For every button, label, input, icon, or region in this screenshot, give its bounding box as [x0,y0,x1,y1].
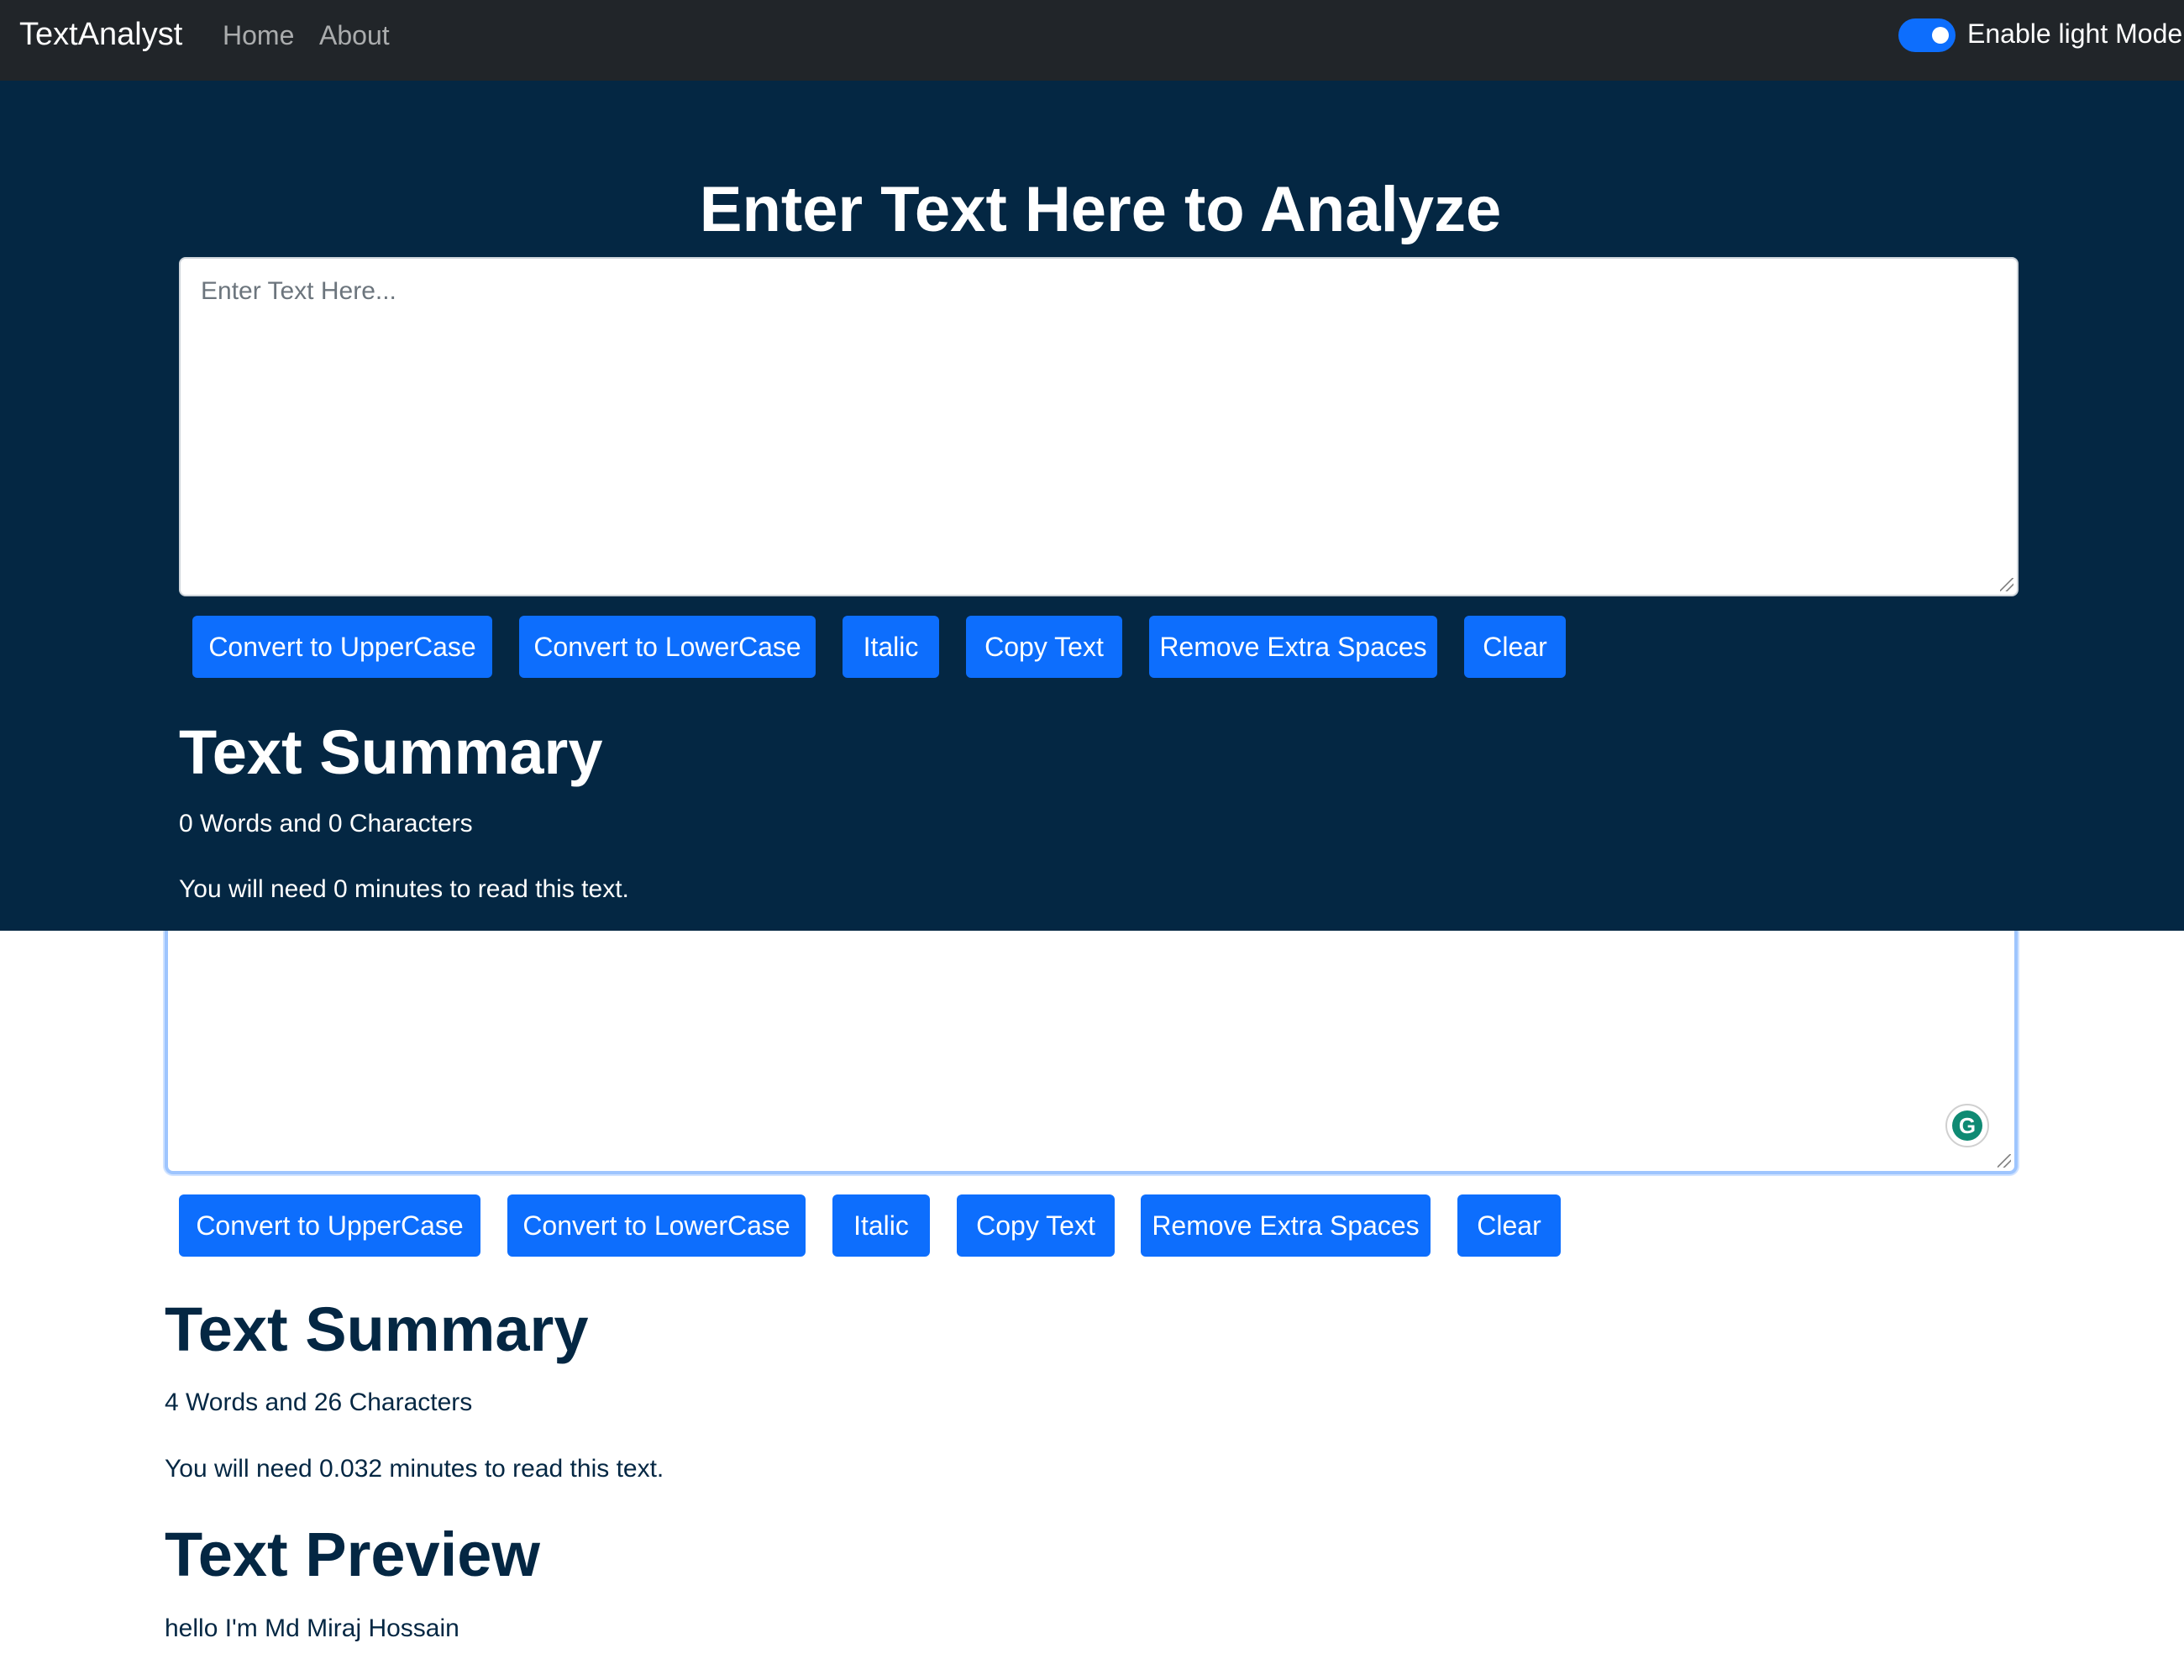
navbar: TextAnalyst Home About Enable light Mode [0,0,2184,81]
text-preview-content: hello I'm Md Miraj Hossain [165,1614,459,1642]
italic-button[interactable]: Italic [843,616,939,678]
light-mode-toggle[interactable] [1898,18,1956,52]
word-char-count-light: 4 Words and 26 Characters [165,1389,473,1416]
nav-link-home[interactable]: Home [223,20,294,51]
read-time: You will need 0 minutes to read this tex… [179,875,629,903]
grammarly-icon[interactable]: G [1945,1104,1989,1147]
textarea-placeholder: Enter Text Here... [201,277,396,305]
text-input-dark[interactable]: Enter Text Here... [179,257,2019,596]
light-mode-toggle-label[interactable]: Enable light Mode [1967,18,2182,50]
page-title: Enter Text Here to Analyze [699,174,1502,245]
grammarly-g-icon: G [1952,1110,1982,1141]
uppercase-button[interactable]: Convert to UpperCase [192,616,492,678]
resize-grip-icon[interactable] [1998,1154,2011,1168]
text-input-light[interactable]: G [165,916,2018,1174]
italic-button-light[interactable]: Italic [832,1194,930,1257]
text-preview-heading: Text Preview [165,1520,540,1589]
clear-button-light[interactable]: Clear [1457,1194,1561,1257]
word-char-count: 0 Words and 0 Characters [179,810,473,837]
toggle-knob [1932,27,1949,44]
brand-logo[interactable]: TextAnalyst [19,17,182,53]
copy-text-button[interactable]: Copy Text [966,616,1122,678]
clear-button[interactable]: Clear [1464,616,1566,678]
uppercase-button-light[interactable]: Convert to UpperCase [179,1194,480,1257]
text-summary-heading: Text Summary [179,717,603,787]
dark-mode-panel: Enter Text Here to Analyze Enter Text He… [0,81,2184,931]
nav-link-about[interactable]: About [319,20,390,51]
text-summary-heading-light: Text Summary [165,1294,589,1364]
lowercase-button-light[interactable]: Convert to LowerCase [507,1194,806,1257]
copy-text-button-light[interactable]: Copy Text [957,1194,1115,1257]
remove-extra-spaces-button-light[interactable]: Remove Extra Spaces [1141,1194,1431,1257]
resize-grip-icon[interactable] [2000,578,2013,591]
remove-extra-spaces-button[interactable]: Remove Extra Spaces [1149,616,1437,678]
read-time-light: You will need 0.032 minutes to read this… [165,1455,664,1483]
lowercase-button[interactable]: Convert to LowerCase [519,616,816,678]
